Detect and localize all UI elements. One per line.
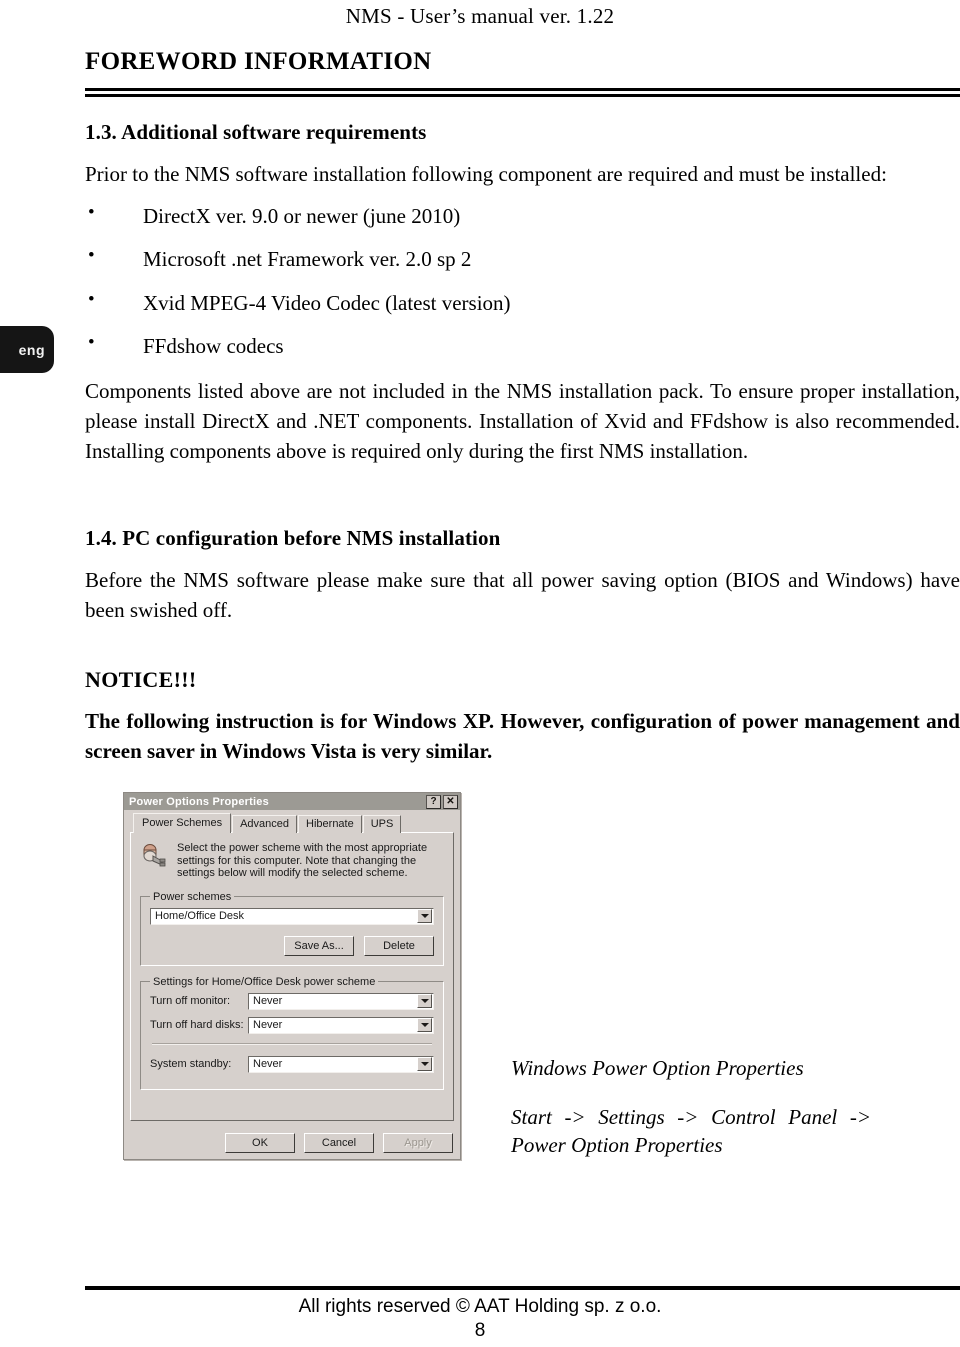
tab-panel-power-schemes: Select the power scheme with the most ap… [130, 832, 454, 1121]
tab-hibernate[interactable]: Hibernate [298, 815, 362, 833]
settings-divider [152, 1042, 432, 1045]
running-head: NMS - User’s manual ver. 1.22 [345, 4, 615, 28]
setting-label: Turn off hard disks: [150, 1019, 244, 1031]
turn-off-hard-disks-dropdown[interactable]: Never [248, 1016, 434, 1034]
save-as-button[interactable]: Save As... [284, 935, 354, 956]
dialog-titlebar: Power Options Properties ? ✕ [124, 793, 460, 810]
section-1-4-body: Before the NMS software please make sure… [85, 568, 960, 623]
requirements-list: DirectX ver. 9.0 or newer (june 2010) Mi… [85, 201, 960, 360]
chevron-down-icon[interactable] [417, 994, 432, 1008]
figure-caption-title: Windows Power Option Properties [511, 1056, 804, 1080]
setting-value: Never [253, 1058, 283, 1070]
dialog-footer-buttons: OK Cancel Apply [225, 1133, 453, 1153]
language-tab-label: eng [18, 341, 45, 358]
power-schemes-group-legend: Power schemes [153, 890, 232, 903]
section-heading-1-4: 1.4. PC configuration before NMS install… [85, 526, 501, 551]
tab-ups[interactable]: UPS [362, 815, 402, 833]
list-item: Xvid MPEG-4 Video Codec (latest version) [85, 288, 960, 317]
footer-rule [85, 1286, 960, 1290]
section-heading-1-3: 1.3. Additional software requirements [85, 120, 427, 144]
list-item: Microsoft .net Framework ver. 2.0 sp 2 [85, 244, 960, 273]
tab-power-schemes[interactable]: Power Schemes [133, 813, 232, 833]
settings-group-legend: Settings for Home/Office Desk power sche… [153, 975, 376, 988]
dialog-tabstrip: Power Schemes Advanced Hibernate UPS [130, 813, 454, 833]
dialog-title: Power Options Properties [129, 795, 269, 808]
power-scheme-value: Home/Office Desk [155, 910, 245, 922]
power-scheme-dropdown[interactable]: Home/Office Desk [150, 907, 434, 925]
turn-off-monitor-dropdown[interactable]: Never [248, 992, 434, 1010]
setting-turn-off-monitor: Turn off monitor: Never [150, 992, 434, 1010]
page-title: FOREWORD INFORMATION [85, 48, 432, 75]
dialog-intro-text: Select the power scheme with the most ap… [177, 842, 428, 879]
page-number: 8 [474, 1320, 486, 1341]
chevron-down-icon[interactable] [417, 1057, 432, 1071]
notice-title: NOTICE!!! [85, 667, 197, 693]
heading-double-rule [85, 88, 960, 97]
cancel-button[interactable]: Cancel [304, 1133, 374, 1153]
help-icon[interactable]: ? [426, 794, 441, 809]
setting-value: Never [253, 995, 283, 1007]
ok-button[interactable]: OK [225, 1133, 295, 1153]
list-item: FFdshow codecs [85, 331, 960, 360]
setting-label: System standby: [150, 1058, 232, 1070]
setting-label: Turn off monitor: [150, 995, 231, 1007]
section-1-3-intro: Prior to the NMS software installation f… [85, 162, 887, 186]
language-tab-eng: eng [0, 326, 54, 373]
setting-value: Never [253, 1019, 283, 1031]
system-standby-dropdown[interactable]: Never [248, 1055, 434, 1073]
chevron-down-icon[interactable] [417, 909, 432, 923]
delete-button[interactable]: Delete [364, 935, 434, 956]
setting-system-standby: System standby: Never [150, 1055, 434, 1073]
list-item: DirectX ver. 9.0 or newer (june 2010) [85, 201, 960, 230]
notice-body: The following instruction is for Windows… [85, 709, 960, 764]
power-plug-icon [140, 842, 168, 870]
apply-button: Apply [383, 1133, 453, 1153]
setting-turn-off-hard-disks: Turn off hard disks: Never [150, 1016, 434, 1034]
power-schemes-group: Power schemes Home/Office Desk Save As..… [140, 890, 444, 966]
tab-advanced[interactable]: Advanced [232, 815, 298, 833]
chevron-down-icon[interactable] [417, 1018, 432, 1032]
section-1-3-note: Components listed above are not included… [85, 379, 960, 464]
figure-caption-path: Start -> Settings -> Control Panel -> Po… [511, 1105, 871, 1158]
footer-copyright: All rights reserved © AAT Holding sp. z … [298, 1296, 662, 1317]
settings-group: Settings for Home/Office Desk power sche… [140, 975, 444, 1090]
close-icon[interactable]: ✕ [443, 794, 458, 809]
page-content: 1.3. Additional software requirements Pr… [85, 120, 960, 767]
power-options-dialog-figure: Power Options Properties ? ✕ Power Schem… [123, 792, 461, 1160]
